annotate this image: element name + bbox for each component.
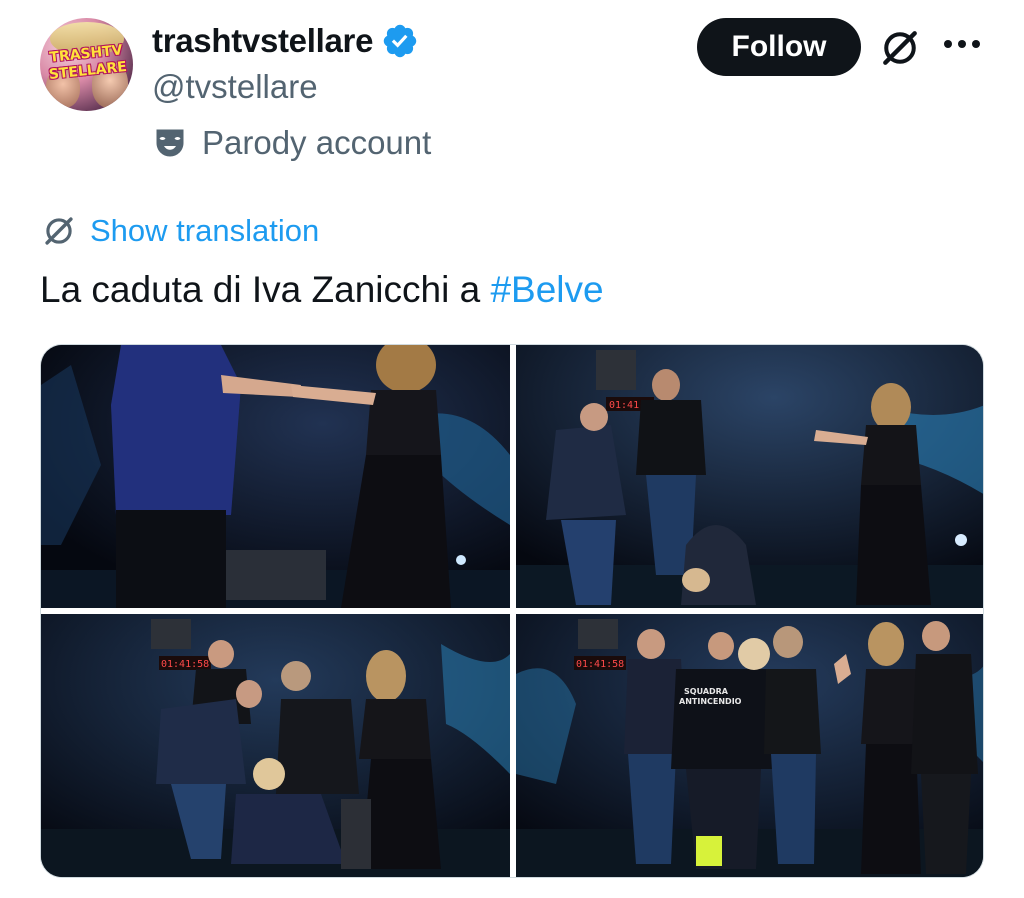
show-translation-label[interactable]: Show translation xyxy=(90,213,319,249)
account-handle[interactable]: @tvstellare xyxy=(152,68,318,106)
display-name-text[interactable]: trashtvstellare xyxy=(152,22,373,60)
svg-text:SQUADRA: SQUADRA xyxy=(684,687,729,696)
follow-button[interactable]: Follow xyxy=(697,18,861,76)
more-options-icon[interactable] xyxy=(944,40,980,52)
photo-3-scene: 01:41:58 xyxy=(41,614,510,877)
tweet-photo-2[interactable]: 01:41:58 xyxy=(516,345,983,608)
grok-icon[interactable] xyxy=(878,26,922,70)
photo-4-scene: 01:41:58 SQUADRA ANTINCENDIO xyxy=(516,614,983,877)
verified-badge-icon xyxy=(383,24,417,58)
tweet-photo-3[interactable]: 01:41:58 xyxy=(41,614,510,877)
show-translation-link[interactable]: Show translation xyxy=(40,212,319,250)
avatar[interactable]: TRASHTV STELLARE xyxy=(40,18,133,111)
hashtag-link[interactable]: #Belve xyxy=(490,269,603,310)
tweet-text-body: La caduta di Iva Zanicchi a xyxy=(40,269,491,310)
svg-text:01:41:58: 01:41:58 xyxy=(576,659,624,670)
photo-1-scene xyxy=(41,345,510,608)
media-grid: 01:41:58 01:41:58 01:41:58 SQUADRA ANTIN… xyxy=(40,344,984,878)
tweet-text: La caduta di Iva Zanicchi a #Belve xyxy=(40,268,604,312)
tweet-photo-4[interactable]: 01:41:58 SQUADRA ANTINCENDIO xyxy=(516,614,983,877)
display-name[interactable]: trashtvstellare xyxy=(152,22,419,60)
parody-label-text: Parody account xyxy=(202,124,432,161)
svg-text:ANTINCENDIO: ANTINCENDIO xyxy=(679,697,742,706)
tweet-photo-1[interactable] xyxy=(41,345,510,608)
grok-translate-icon xyxy=(45,217,73,245)
svg-text:01:41:58: 01:41:58 xyxy=(161,659,209,670)
mask-icon xyxy=(156,129,184,157)
parody-account-label: Parody account xyxy=(152,124,431,162)
photo-2-scene: 01:41:58 xyxy=(516,345,983,608)
